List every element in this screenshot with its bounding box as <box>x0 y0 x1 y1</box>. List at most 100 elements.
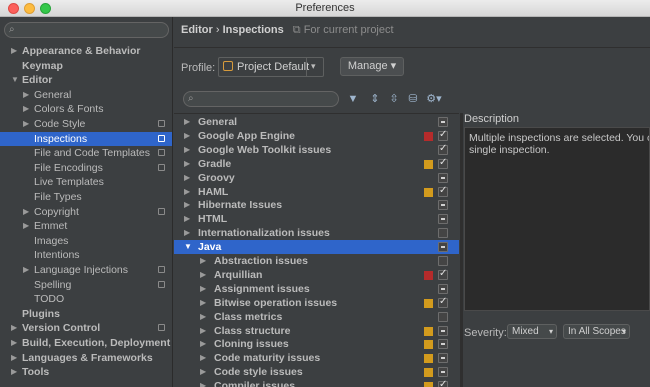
sidebar-item[interactable]: Inspections <box>0 131 172 147</box>
inspection-row[interactable]: ▶ Cloning issues <box>174 337 459 351</box>
inspection-checkbox[interactable] <box>438 142 448 156</box>
sidebar-item[interactable]: ▶ Copyright <box>0 205 172 220</box>
inspection-checkbox[interactable] <box>438 228 448 239</box>
chevron-right-icon[interactable]: ▶ <box>23 102 29 117</box>
chevron-down-icon[interactable]: ▼ <box>184 240 192 254</box>
inspection-row[interactable]: ▶ Code maturity issues <box>174 351 459 365</box>
settings-search-input[interactable]: ⌕ <box>4 22 169 38</box>
sidebar-item[interactable]: Images <box>0 234 172 249</box>
chevron-right-icon[interactable]: ▶ <box>200 379 206 387</box>
inspection-checkbox[interactable] <box>438 156 448 170</box>
reset-icon[interactable]: ⛁ <box>406 92 420 106</box>
sidebar-item[interactable]: Keymap <box>0 59 172 74</box>
inspection-row[interactable]: ▶ Groovy <box>174 171 459 185</box>
inspection-checkbox[interactable] <box>438 256 448 266</box>
chevron-right-icon[interactable]: ▶ <box>23 117 29 132</box>
inspection-row[interactable]: ▶ Bitwise operation issues <box>174 295 459 310</box>
sidebar-item[interactable]: ▶ General <box>0 88 172 103</box>
inspection-row[interactable]: ▶ HTML <box>174 212 459 226</box>
inspection-row[interactable]: ▶ Gradle <box>174 156 459 171</box>
chevron-right-icon[interactable]: ▶ <box>11 44 17 59</box>
inspection-search-input[interactable]: ⌕ <box>183 91 339 107</box>
expand-all-icon[interactable]: ⇕ <box>368 92 382 106</box>
chevron-right-icon[interactable]: ▶ <box>184 129 190 143</box>
severity-select[interactable]: Mixed ▾ <box>507 324 557 339</box>
sidebar-item[interactable]: Live Templates <box>0 175 172 190</box>
inspection-row[interactable]: ▶ Hibernate Issues <box>174 198 459 212</box>
chevron-right-icon[interactable]: ▶ <box>200 351 206 365</box>
inspection-row[interactable]: ▶ HAML <box>174 184 459 199</box>
chevron-right-icon[interactable]: ▶ <box>11 351 17 366</box>
sidebar-item[interactable]: ▶ Tools <box>0 365 172 380</box>
filter-icon[interactable]: ▼ <box>346 92 360 106</box>
chevron-right-icon[interactable]: ▶ <box>11 336 17 351</box>
sidebar-item[interactable]: ▶ Emmet <box>0 219 172 234</box>
profile-select[interactable]: Project Default ▾ <box>218 57 324 77</box>
chevron-right-icon[interactable]: ▶ <box>184 198 190 212</box>
sidebar-item[interactable]: ▶ Colors & Fonts <box>0 102 172 117</box>
inspection-checkbox[interactable] <box>438 214 448 225</box>
inspection-row[interactable]: ▶ Assignment issues <box>174 282 459 296</box>
sidebar-item[interactable]: ▶ Languages & Frameworks <box>0 351 172 366</box>
sidebar-item[interactable]: File Types <box>0 190 172 205</box>
chevron-right-icon[interactable]: ▶ <box>200 337 206 351</box>
inspection-row[interactable]: ▶ General <box>174 115 459 129</box>
inspection-row[interactable]: ▼ Java <box>174 240 459 255</box>
sidebar-item[interactable]: File and Code Templates <box>0 146 172 161</box>
manage-button[interactable]: Manage ▾ <box>340 57 404 76</box>
chevron-right-icon[interactable]: ▶ <box>200 254 206 268</box>
inspection-checkbox[interactable] <box>438 339 448 350</box>
inspection-row[interactable]: ▶ Google Web Toolkit issues <box>174 142 459 157</box>
sidebar-item[interactable]: ▼ Editor <box>0 73 172 88</box>
chevron-right-icon[interactable]: ▶ <box>200 296 206 310</box>
inspection-checkbox[interactable] <box>438 378 448 387</box>
chevron-right-icon[interactable]: ▶ <box>184 171 190 185</box>
chevron-right-icon[interactable]: ▶ <box>200 324 206 338</box>
inspection-row[interactable]: ▶ Class metrics <box>174 310 459 324</box>
chevron-down-icon[interactable]: ▼ <box>11 73 19 88</box>
sidebar-item[interactable]: ▶ Language Injections <box>0 263 172 278</box>
inspection-row[interactable]: ▶ Google App Engine <box>174 128 459 143</box>
chevron-right-icon[interactable]: ▶ <box>184 157 190 171</box>
inspection-checkbox[interactable] <box>438 242 448 253</box>
chevron-right-icon[interactable]: ▶ <box>184 212 190 226</box>
chevron-right-icon[interactable]: ▶ <box>11 321 17 336</box>
chevron-right-icon[interactable]: ▶ <box>23 205 29 220</box>
inspection-checkbox[interactable] <box>438 184 448 198</box>
inspection-row[interactable]: ▶ Abstraction issues <box>174 254 459 268</box>
sidebar-item[interactable]: Intentions <box>0 248 172 263</box>
chevron-right-icon[interactable]: ▶ <box>23 219 29 234</box>
inspection-checkbox[interactable] <box>438 311 448 322</box>
inspection-checkbox[interactable] <box>438 367 448 378</box>
chevron-right-icon[interactable]: ▶ <box>184 143 190 157</box>
inspection-row[interactable]: ▶ Arquillian <box>174 267 459 282</box>
chevron-right-icon[interactable]: ▶ <box>184 185 190 199</box>
collapse-all-icon[interactable]: ⇳ <box>387 92 401 106</box>
chevron-right-icon[interactable]: ▶ <box>184 115 190 129</box>
inspection-row[interactable]: ▶ Internationalization issues <box>174 226 459 240</box>
inspection-checkbox[interactable] <box>438 117 448 127</box>
sidebar-item[interactable]: TODO <box>0 292 172 307</box>
inspection-checkbox[interactable] <box>438 172 448 183</box>
chevron-right-icon[interactable]: ▶ <box>200 365 206 379</box>
sidebar-item[interactable]: Spelling <box>0 278 172 293</box>
settings-gear-icon[interactable]: ⚙▾ <box>425 92 443 106</box>
sidebar-item[interactable]: File Encodings <box>0 161 172 176</box>
chevron-right-icon[interactable]: ▶ <box>200 310 206 324</box>
splitter[interactable] <box>460 113 463 387</box>
inspection-row[interactable]: ▶ Code style issues <box>174 365 459 379</box>
chevron-right-icon[interactable]: ▶ <box>184 226 190 240</box>
chevron-right-icon[interactable]: ▶ <box>11 365 17 380</box>
inspection-checkbox[interactable] <box>438 283 448 294</box>
scope-select[interactable]: In All Scopes ▾ <box>563 324 630 339</box>
sidebar-item[interactable]: ▶ Appearance & Behavior <box>0 44 172 59</box>
chevron-right-icon[interactable]: ▶ <box>200 282 206 296</box>
inspection-checkbox[interactable] <box>438 353 448 364</box>
sidebar-item[interactable]: ▶ Version Control <box>0 321 172 336</box>
chevron-right-icon[interactable]: ▶ <box>200 268 206 282</box>
inspection-checkbox[interactable] <box>438 325 448 336</box>
sidebar-item[interactable]: Plugins <box>0 307 172 322</box>
inspection-row[interactable]: ▶ Class structure <box>174 324 459 338</box>
chevron-right-icon[interactable]: ▶ <box>23 88 29 103</box>
inspection-checkbox[interactable] <box>438 128 448 142</box>
